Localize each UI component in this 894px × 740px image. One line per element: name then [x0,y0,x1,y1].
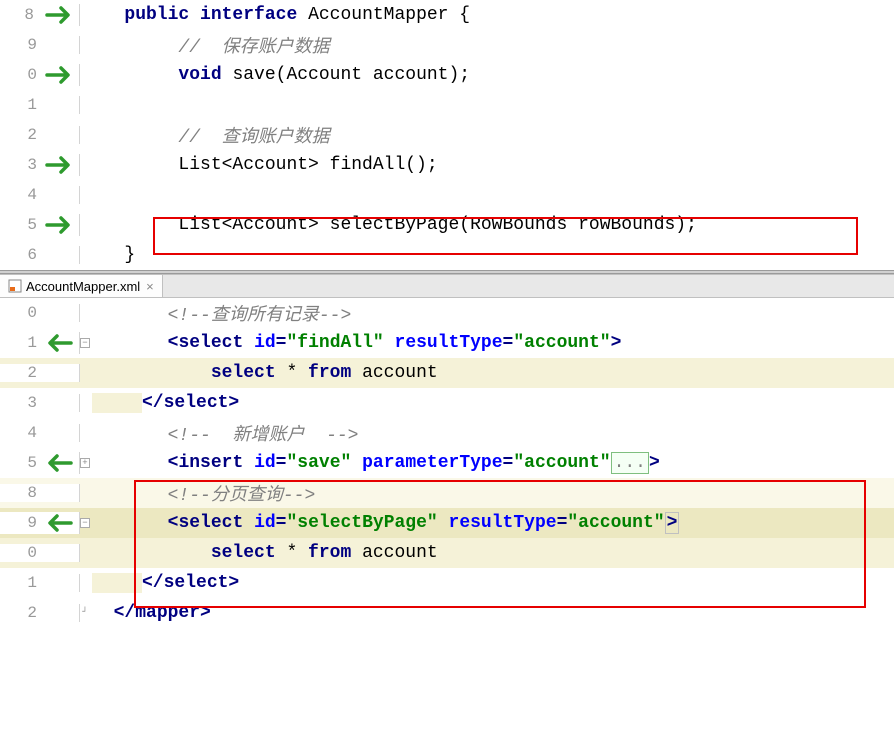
code-line[interactable]: 0 void save(Account account); [0,60,894,90]
fold-icon[interactable]: − [80,338,90,348]
code-line[interactable]: 2┘ </mapper> [0,598,894,628]
arrow-right-icon[interactable] [45,64,73,86]
code-line[interactable]: 8 c public interface AccountMapper { [0,0,894,30]
code-line[interactable]: 2 // 查询账户数据 [0,120,894,150]
arrow-left-icon[interactable] [45,452,73,474]
code-line[interactable]: 5 List<Account> selectByPage(RowBounds r… [0,210,894,240]
comment: <!-- 新增账户 --> [168,426,359,446]
fold-icon[interactable]: − [80,518,90,528]
arrow-right-icon[interactable] [45,214,73,236]
keyword-public: public [124,5,189,25]
fold-expand-icon[interactable]: + [80,458,90,468]
code-line[interactable]: 0 <!--查询所有记录--> [0,298,894,328]
arrow-left-icon[interactable] [45,332,73,354]
keyword-void: void [178,65,221,85]
code-line[interactable]: 3 List<Account> findAll(); [0,150,894,180]
tab-label: AccountMapper.xml [26,279,140,294]
java-editor-panel[interactable]: 8 c public interface AccountMapper { 9 /… [0,0,894,270]
keyword-interface: interface [200,5,297,25]
xml-file-icon [8,279,22,293]
code-line[interactable]: 1− <select id="findAll" resultType="acco… [0,328,894,358]
code-line[interactable]: 3 </select> [0,388,894,418]
tab-accountmapper-xml[interactable]: AccountMapper.xml × [0,275,163,297]
collapsed-dots[interactable]: ... [611,452,649,474]
code-line[interactable]: 2 select * from account [0,358,894,388]
code-line[interactable]: 9 // 保存账户数据 [0,30,894,60]
tab-bar: AccountMapper.xml × [0,274,894,298]
arrow-left-icon[interactable] [45,512,73,534]
gutter: 8 c [0,4,80,26]
code-line[interactable]: 0 select * from account [0,538,894,568]
type-name: AccountMapper [308,5,448,25]
code-line[interactable]: 1 </select> [0,568,894,598]
code-line[interactable]: 4 [0,180,894,210]
code-line[interactable]: 5+ <insert id="save" parameterType="acco… [0,448,894,478]
code-content[interactable]: public interface AccountMapper { [80,5,470,25]
comment: // 查询账户数据 [178,128,329,148]
code-line[interactable]: 8 <!--分页查询--> [0,478,894,508]
code-line[interactable]: 6 } [0,240,894,270]
code-line[interactable]: 9− <select id="selectByPage" resultType=… [0,508,894,538]
comment: <!--分页查询--> [168,486,316,506]
comment: // 保存账户数据 [178,38,329,58]
close-icon[interactable]: × [146,279,154,294]
comment: <!--查询所有记录--> [168,306,352,326]
fold-icon[interactable]: ┘ [80,608,90,618]
code-line[interactable]: 1 [0,90,894,120]
line-number: 8 [16,6,34,24]
code-line[interactable]: 4 <!-- 新增账户 --> [0,418,894,448]
xml-editor-panel[interactable]: 0 <!--查询所有记录--> 1− <select id="findAll" … [0,298,894,628]
arrow-right-icon[interactable] [45,154,73,176]
arrow-right-icon[interactable] [45,4,73,26]
